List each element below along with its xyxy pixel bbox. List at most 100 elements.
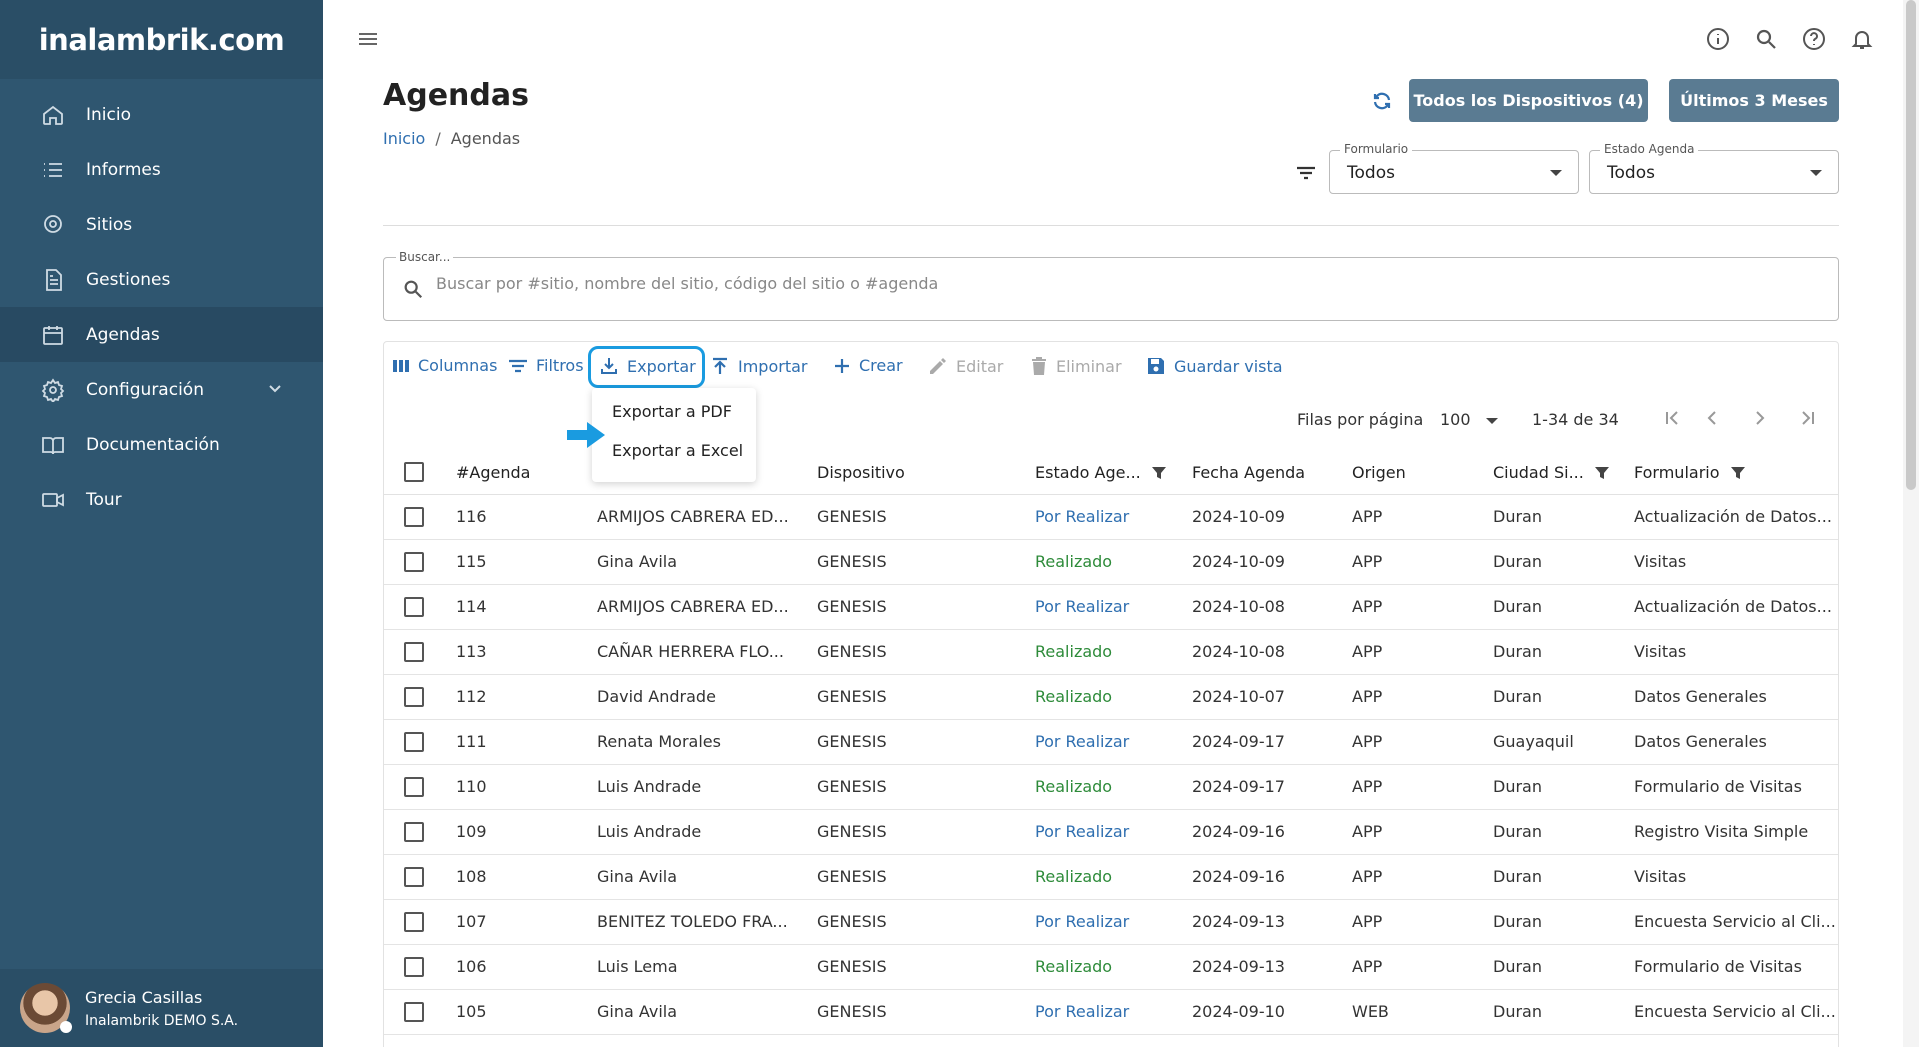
filter-icon[interactable] bbox=[1594, 465, 1610, 481]
filter-icon[interactable] bbox=[1730, 465, 1746, 481]
filters-button[interactable]: Filtros bbox=[508, 356, 584, 375]
row-checkbox[interactable] bbox=[404, 597, 424, 617]
table-row[interactable]: 107 BENITEZ TOLEDO FRA... GENESIS Por Reali… bbox=[384, 900, 1838, 945]
cell-ciudad: Guayaquil bbox=[1493, 732, 1574, 751]
row-checkbox[interactable] bbox=[404, 732, 424, 752]
save-view-button[interactable]: Guardar vista bbox=[1146, 356, 1283, 376]
scrollbar-thumb[interactable] bbox=[1906, 0, 1916, 490]
help-icon[interactable] bbox=[1801, 26, 1827, 52]
sidebar-item-informes[interactable]: Informes bbox=[0, 142, 323, 197]
user-profile[interactable]: Grecia Casillas Inalambrik DEMO S.A. bbox=[0, 969, 323, 1047]
column-header-fecha[interactable]: Fecha Agenda bbox=[1192, 463, 1305, 482]
sidebar-item-documentacion[interactable]: Documentación bbox=[0, 417, 323, 472]
row-checkbox[interactable] bbox=[404, 957, 424, 977]
cell-estado: Por Realizar bbox=[1035, 597, 1130, 616]
sidebar-item-configuracion[interactable]: Configuración bbox=[0, 362, 323, 417]
search-field[interactable]: Buscar... bbox=[383, 250, 1839, 321]
formulario-select-value: Todos bbox=[1347, 163, 1395, 183]
column-header-estado[interactable]: Estado Age... bbox=[1035, 463, 1167, 482]
row-checkbox[interactable] bbox=[404, 912, 424, 932]
period-button[interactable]: Últimos 3 Meses bbox=[1669, 79, 1839, 122]
sidebar-item-label: Tour bbox=[86, 489, 122, 510]
sidebar-item-gestiones[interactable]: Gestiones bbox=[0, 252, 323, 307]
filter-list-icon[interactable] bbox=[1293, 160, 1319, 186]
previous-page-icon[interactable] bbox=[1702, 408, 1722, 432]
rows-per-page-select[interactable]: 100 bbox=[1440, 410, 1498, 429]
rows-per-page-value: 100 bbox=[1440, 410, 1471, 429]
all-devices-button[interactable]: Todos los Dispositivos (4) bbox=[1409, 79, 1648, 122]
breadcrumb-separator: / bbox=[435, 129, 441, 148]
search-input[interactable] bbox=[436, 274, 1636, 293]
row-checkbox[interactable] bbox=[404, 1002, 424, 1022]
table-row[interactable]: 109 Luis Andrade GENESIS Por Realizar 2024-0… bbox=[384, 810, 1838, 855]
search-label: Buscar... bbox=[396, 250, 454, 264]
table-row[interactable]: 111 Renata Morales GENESIS Por Realizar 2024… bbox=[384, 720, 1838, 765]
sidebar-item-inicio[interactable]: Inicio bbox=[0, 87, 323, 142]
export-pdf-option[interactable]: Exportar a PDF bbox=[612, 402, 732, 421]
cell-origen: WEB bbox=[1352, 1002, 1389, 1021]
table-row[interactable]: 113 CAÑAR HERRERA FLO... GENESIS Realizado 2… bbox=[384, 630, 1838, 675]
table-row[interactable]: 115 Gina Avila GENESIS Realizado 2024-10-09 A… bbox=[384, 540, 1838, 585]
export-excel-option[interactable]: Exportar a Excel bbox=[612, 441, 743, 460]
table-row[interactable]: 108 Gina Avila GENESIS Realizado 2024-09-16 A… bbox=[384, 855, 1838, 900]
scrollbar[interactable] bbox=[1903, 0, 1919, 1047]
cell-agenda: 115 bbox=[456, 552, 487, 571]
cell-estado: Por Realizar bbox=[1035, 822, 1130, 841]
cell-origen: APP bbox=[1352, 597, 1383, 616]
sidebar-item-label: Informes bbox=[86, 159, 161, 180]
export-button[interactable]: Exportar bbox=[599, 356, 696, 376]
row-checkbox[interactable] bbox=[404, 777, 424, 797]
row-checkbox[interactable] bbox=[404, 822, 424, 842]
logo[interactable]: inalambrik.com bbox=[39, 23, 285, 57]
formulario-select[interactable]: Formulario Todos bbox=[1329, 142, 1579, 194]
cell-origen: APP bbox=[1352, 822, 1383, 841]
edit-label: Editar bbox=[956, 356, 1004, 376]
row-checkbox[interactable] bbox=[404, 687, 424, 707]
estado-agenda-select[interactable]: Estado Agenda Todos bbox=[1589, 142, 1839, 194]
sidebar-item-sitios[interactable]: Sitios bbox=[0, 197, 323, 252]
edit-button[interactable]: Editar bbox=[928, 356, 1003, 376]
row-checkbox[interactable] bbox=[404, 507, 424, 527]
cell-fecha: 2024-09-13 bbox=[1192, 957, 1285, 976]
table-row[interactable]: 106 Luis Lema GENESIS Realizado 2024-09-13 AP… bbox=[384, 945, 1838, 990]
filter-icon[interactable] bbox=[1151, 465, 1167, 481]
create-button[interactable]: Crear bbox=[833, 356, 903, 375]
table-row[interactable]: 112 David Andrade GENESIS Realizado 2024-10-… bbox=[384, 675, 1838, 720]
delete-button[interactable]: Eliminar bbox=[1030, 356, 1122, 376]
columns-button[interactable]: Columnas bbox=[392, 356, 497, 375]
table-row[interactable]: 114 ARMIJOS CABRERA ED... GENESIS Por Reali… bbox=[384, 585, 1838, 630]
formulario-select-label: Formulario bbox=[1340, 142, 1413, 156]
info-icon[interactable] bbox=[1705, 26, 1731, 52]
column-header-agenda[interactable]: #Agenda bbox=[456, 463, 530, 482]
column-header-origen[interactable]: Origen bbox=[1352, 463, 1406, 482]
sidebar-item-tour[interactable]: Tour bbox=[0, 472, 323, 527]
refresh-icon[interactable] bbox=[1369, 88, 1395, 114]
table-row[interactable]: 110 Luis Andrade GENESIS Realizado 2024-09-1… bbox=[384, 765, 1838, 810]
cell-agenda: 116 bbox=[456, 507, 487, 526]
menu-icon[interactable] bbox=[355, 26, 381, 52]
cell-ciudad: Duran bbox=[1493, 507, 1542, 526]
cell-agenda: 114 bbox=[456, 597, 487, 616]
bell-icon[interactable] bbox=[1849, 26, 1875, 52]
row-checkbox[interactable] bbox=[404, 867, 424, 887]
search-icon[interactable] bbox=[1753, 26, 1779, 52]
row-checkbox[interactable] bbox=[404, 642, 424, 662]
cell-fecha: 2024-10-07 bbox=[1192, 687, 1285, 706]
cell-agenda: 105 bbox=[456, 1002, 487, 1021]
column-header-dispositivo[interactable]: Dispositivo bbox=[817, 463, 905, 482]
breadcrumb-home[interactable]: Inicio bbox=[383, 129, 425, 148]
first-page-icon[interactable] bbox=[1662, 408, 1682, 432]
cell-formulario: Visitas bbox=[1634, 867, 1687, 886]
cell-nombre: BENITEZ TOLEDO FRA... bbox=[597, 912, 788, 931]
sidebar-item-agendas[interactable]: Agendas bbox=[0, 307, 323, 362]
row-checkbox[interactable] bbox=[404, 552, 424, 572]
select-all-checkbox[interactable] bbox=[404, 462, 424, 482]
import-button[interactable]: Importar bbox=[710, 356, 807, 376]
last-page-icon[interactable] bbox=[1798, 408, 1818, 432]
column-header-ciudad[interactable]: Ciudad Si... bbox=[1493, 463, 1610, 482]
column-header-formulario[interactable]: Formulario bbox=[1634, 463, 1746, 482]
next-page-icon[interactable] bbox=[1750, 408, 1770, 432]
table-row[interactable]: 116 ARMIJOS CABRERA ED... GENESIS Por Reali… bbox=[384, 495, 1838, 540]
table-row[interactable]: 105 Gina Avila GENESIS Por Realizar 2024-09-… bbox=[384, 990, 1838, 1035]
logo-bar: inalambrik.com bbox=[0, 0, 323, 79]
